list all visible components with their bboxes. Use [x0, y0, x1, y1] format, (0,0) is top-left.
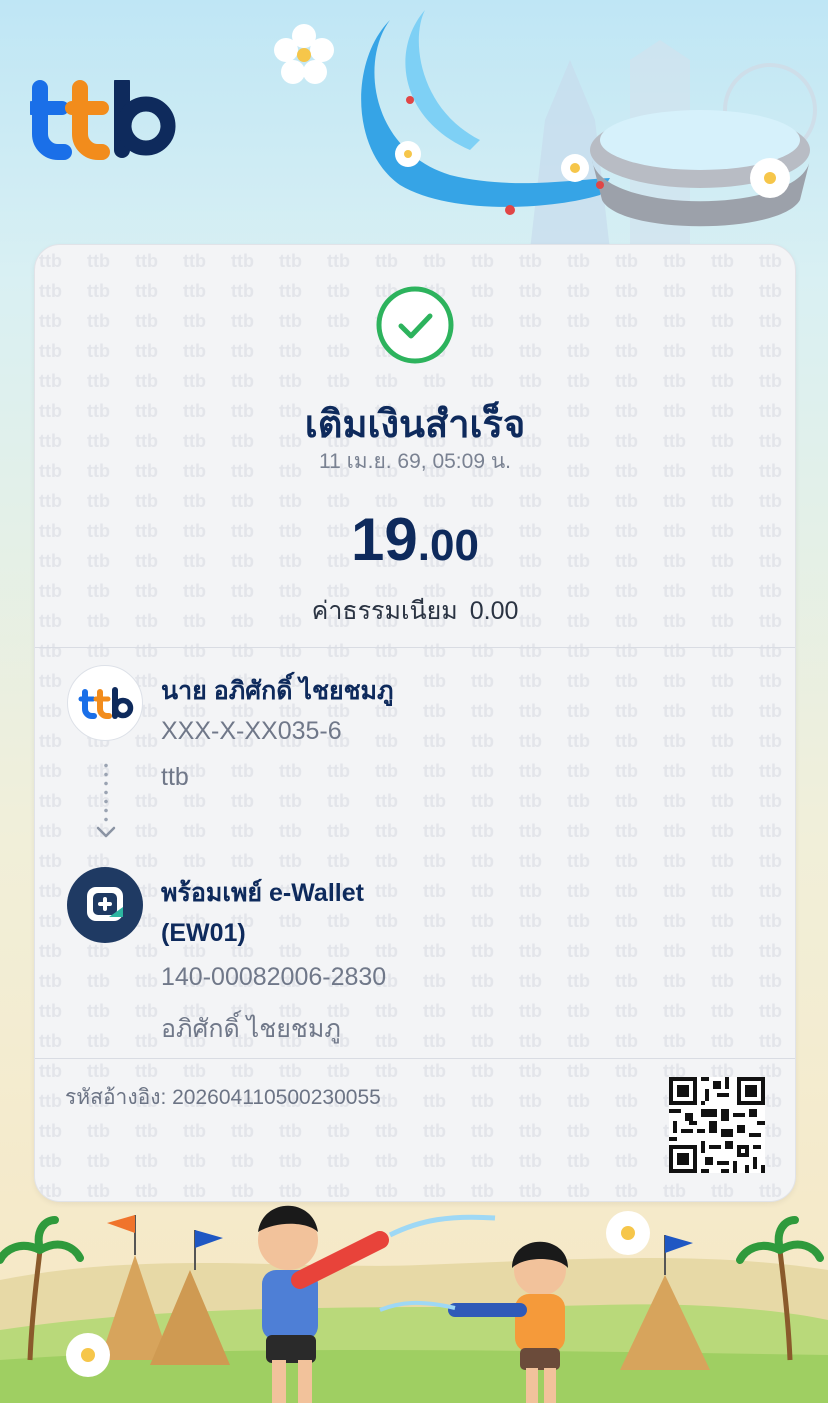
ttb-logo-icon	[78, 687, 134, 719]
transaction-datetime: 11 เม.ย. 69, 05:09 น.	[318, 450, 512, 473]
receipt-card: ttb เติมเงินสำเร็จ 11 เม.ย. 69, 05:09 น.…	[34, 244, 796, 1202]
chevron-down-icon	[96, 826, 116, 838]
ttb-logo	[30, 80, 176, 160]
songkran-water-bowl-illustration	[361, 10, 817, 250]
sender-account: XXX-X-XX035-6	[161, 717, 342, 745]
receiver-account: 140-00082006-2830	[161, 963, 387, 991]
promptpay-icon	[87, 887, 123, 921]
sender-bank-avatar	[67, 665, 143, 741]
amount-main: 19	[351, 506, 418, 573]
success-check-icon	[376, 286, 454, 364]
reference-number: รหัสอ้างอิง: 202604110500230055	[65, 1086, 381, 1109]
receiver-avatar	[67, 867, 143, 943]
flower-icon	[274, 24, 334, 84]
amount-decimal: .00	[417, 521, 479, 570]
divider	[35, 1058, 795, 1059]
fee-label: ค่าธรรมเนียม	[311, 597, 458, 625]
divider	[35, 647, 795, 648]
receiver-code: (EW01)	[161, 919, 246, 947]
fee-value: 0.00	[469, 597, 519, 625]
sender-bank: ttb	[161, 763, 189, 791]
transfer-connector	[104, 761, 108, 825]
sender-name: นาย อภิศักดิ์ ไชยชมภู	[161, 677, 394, 705]
songkran-kids-illustration	[0, 1205, 828, 1403]
fee-row: ค่าธรรมเนียม 0.00	[35, 591, 795, 631]
qr-code[interactable]	[669, 1077, 765, 1173]
receiver-account-name: อภิศักดิ์ ไชยชมภู	[161, 1015, 341, 1043]
amount: 19.00	[35, 505, 795, 574]
receiver-name: พร้อมเพย์ e-Wallet	[161, 879, 364, 907]
